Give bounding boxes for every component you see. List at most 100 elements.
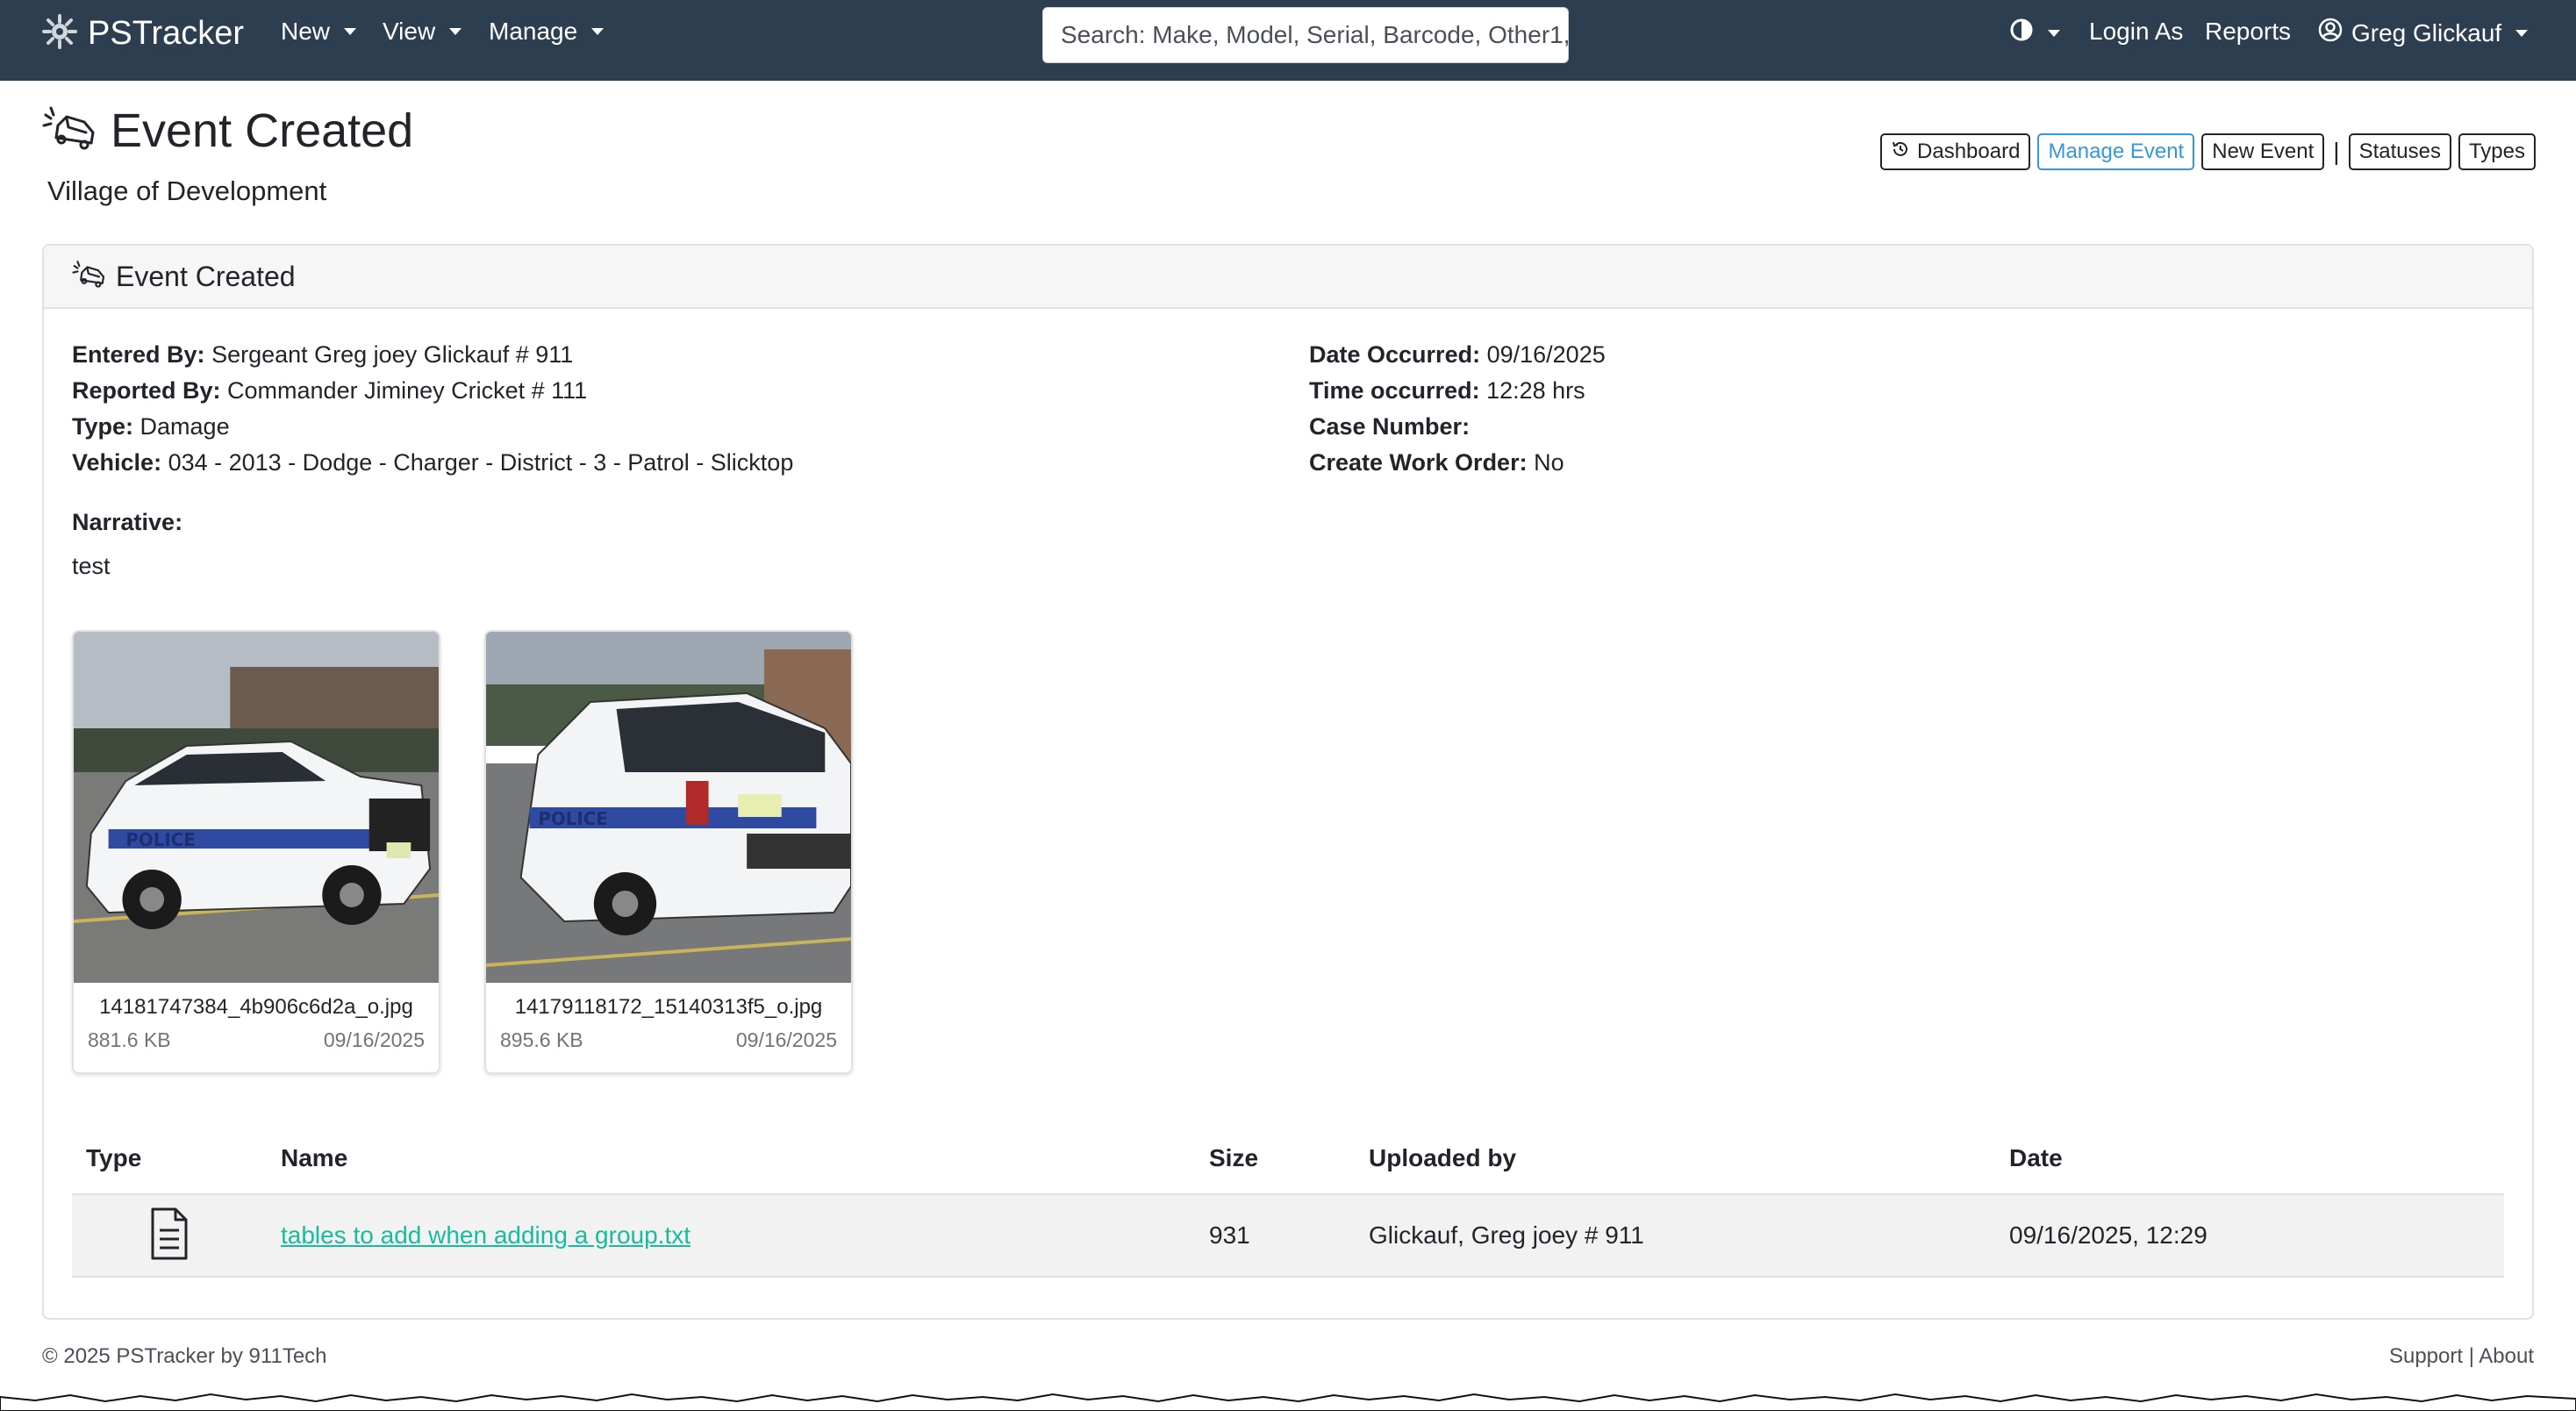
table-header-row: Type Name Size Uploaded by Date <box>72 1123 2504 1195</box>
caret-down-icon <box>2048 29 2060 37</box>
caret-down-icon <box>449 28 462 35</box>
entered-by-value: Sergeant Greg joey Glickauf # 911 <box>211 341 574 368</box>
manage-event-button[interactable]: Manage Event <box>2037 133 2195 170</box>
photo-date: 09/16/2025 <box>323 1028 425 1051</box>
about-link[interactable]: About <box>2479 1344 2534 1368</box>
work-order-value: No <box>1534 449 1564 476</box>
type-value: Damage <box>140 413 230 440</box>
narrative-text: test <box>72 553 111 579</box>
new-event-button[interactable]: New Event <box>2201 133 2325 170</box>
file-name-link[interactable]: tables to add when adding a group.txt <box>281 1221 691 1250</box>
column-header-name: Name <box>281 1144 348 1171</box>
police-car-photo[interactable]: POLICE <box>486 632 851 983</box>
login-as-link[interactable]: Login As <box>2089 18 2183 46</box>
menu-manage[interactable]: Manage <box>489 18 605 46</box>
page-title: Event Created <box>42 104 413 158</box>
entered-by-row: Entered By: Sergeant Greg joey Glickauf … <box>72 337 793 373</box>
entered-by-label: Entered By: <box>72 341 205 368</box>
caret-down-icon <box>591 28 605 35</box>
brand-name: PSTracker <box>88 15 245 52</box>
caret-down-icon <box>2515 29 2529 37</box>
reports-link[interactable]: Reports <box>2205 18 2291 46</box>
torn-edge <box>0 1393 2576 1411</box>
menu-view-label: View <box>383 18 436 45</box>
attachments-table: Type Name Size Uploaded by Date tables t… <box>72 1123 2504 1278</box>
column-header-uploaded-by: Uploaded by <box>1369 1144 1517 1171</box>
table-row: tables to add when adding a group.txt 93… <box>72 1195 2504 1278</box>
top-navbar: PSTracker New View Manage Search: Make, … <box>0 0 2576 81</box>
page-subtitle: Village of Development <box>47 175 327 206</box>
police-car-photo[interactable]: POLICE <box>74 632 439 983</box>
support-link[interactable]: Support <box>2389 1344 2463 1368</box>
photo-size: 881.6 KB <box>88 1028 171 1051</box>
button-separator: | <box>2333 138 2340 165</box>
photo-meta: 895.6 KB 09/16/2025 <box>486 1028 851 1052</box>
contrast-icon <box>2009 18 2034 48</box>
vehicle-label: Vehicle: <box>72 449 162 476</box>
footer-divider: | <box>2468 1344 2474 1368</box>
file-uploaded-by: Glickauf, Greg joey # 911 <box>1369 1221 1644 1249</box>
column-header-type: Type <box>86 1144 142 1171</box>
photo-date: 09/16/2025 <box>735 1028 837 1051</box>
menu-view[interactable]: View <box>383 18 462 46</box>
footer-links: Support | About <box>2389 1344 2534 1369</box>
time-occurred-label: Time occurred: <box>1309 377 1480 404</box>
type-label: Type: <box>72 413 134 440</box>
vehicle-row: Vehicle: 034 - 2013 - Dodge - Charger - … <box>72 445 793 481</box>
date-occurred-row: Date Occurred: 09/16/2025 <box>1309 337 1606 373</box>
dashboard-button[interactable]: Dashboard <box>1880 133 2031 170</box>
menu-new-label: New <box>281 18 331 45</box>
action-buttons: Dashboard Manage Event New Event | Statu… <box>1880 133 2536 170</box>
date-occurred-label: Date Occurred: <box>1309 341 1481 368</box>
caret-down-icon <box>344 28 357 35</box>
user-circle-icon <box>2318 18 2343 48</box>
photo-meta: 881.6 KB 09/16/2025 <box>74 1028 439 1052</box>
user-name: Greg Glickauf <box>2351 18 2502 47</box>
history-icon <box>1891 140 1910 165</box>
vehicle-value: 034 - 2013 - Dodge - Charger - District … <box>168 449 794 476</box>
work-order-row: Create Work Order: No <box>1309 445 1606 481</box>
photo-size: 895.6 KB <box>500 1028 583 1051</box>
reported-by-row: Reported By: Commander Jiminey Cricket #… <box>72 373 793 409</box>
statuses-button[interactable]: Statuses <box>2348 133 2451 170</box>
case-number-label: Case Number: <box>1309 413 1470 440</box>
user-menu[interactable]: Greg Glickauf <box>2318 18 2529 48</box>
event-card: Event Created Entered By: Sergeant Greg … <box>42 244 2534 1320</box>
card-header-text: Event Created <box>116 260 296 292</box>
brand-logo-icon <box>40 12 79 55</box>
svg-text:POLICE: POLICE <box>125 830 195 850</box>
column-header-date: Date <box>2009 1144 2063 1171</box>
photo-filename: 14181747384_4b906c6d2a_o.jpg <box>99 995 413 1019</box>
photo-filename: 14179118172_15140313f5_o.jpg <box>514 995 823 1019</box>
photo-card[interactable]: POLICE 14181747384_4b906c6d2a_o.jpg 881.… <box>72 630 440 1074</box>
narrative-label: Narrative: <box>72 509 183 535</box>
car-crash-icon <box>42 106 98 156</box>
column-header-size: Size <box>1209 1144 1259 1171</box>
types-button[interactable]: Types <box>2458 133 2536 170</box>
reported-by-value: Commander Jiminey Cricket # 111 <box>227 377 588 404</box>
menu-manage-label: Manage <box>489 18 578 45</box>
footer-copyright: © 2025 PSTracker by 911Tech <box>42 1344 327 1368</box>
brand[interactable]: PSTracker <box>40 12 244 55</box>
time-occurred-row: Time occurred: 12:28 hrs <box>1309 373 1606 409</box>
theme-toggle[interactable] <box>2009 18 2060 48</box>
work-order-label: Create Work Order: <box>1309 449 1528 476</box>
search-input[interactable]: Search: Make, Model, Serial, Barcode, Ot… <box>1042 7 1569 63</box>
file-size: 931 <box>1209 1221 1250 1249</box>
photo-card[interactable]: POLICE 14179118172_15140313f5_o.jpg 895.… <box>484 630 853 1074</box>
type-row: Type: Damage <box>72 409 793 445</box>
reported-by-label: Reported By: <box>72 377 221 404</box>
menu-new[interactable]: New <box>281 18 357 46</box>
dashboard-button-label: Dashboard <box>1917 140 2021 163</box>
event-details-left: Entered By: Sergeant Greg joey Glickauf … <box>72 337 793 481</box>
card-header: Event Created <box>44 246 2532 309</box>
car-crash-icon <box>72 260 107 293</box>
page-title-text: Event Created <box>111 104 414 157</box>
date-occurred-value: 09/16/2025 <box>1486 341 1606 368</box>
event-details-right: Date Occurred: 09/16/2025 Time occurred:… <box>1309 337 1606 481</box>
svg-text:POLICE: POLICE <box>538 809 607 829</box>
time-occurred-value: 12:28 hrs <box>1486 377 1585 404</box>
case-number-row: Case Number: <box>1309 409 1606 445</box>
file-text-icon <box>149 1207 190 1266</box>
file-date: 09/16/2025, 12:29 <box>2009 1221 2207 1249</box>
